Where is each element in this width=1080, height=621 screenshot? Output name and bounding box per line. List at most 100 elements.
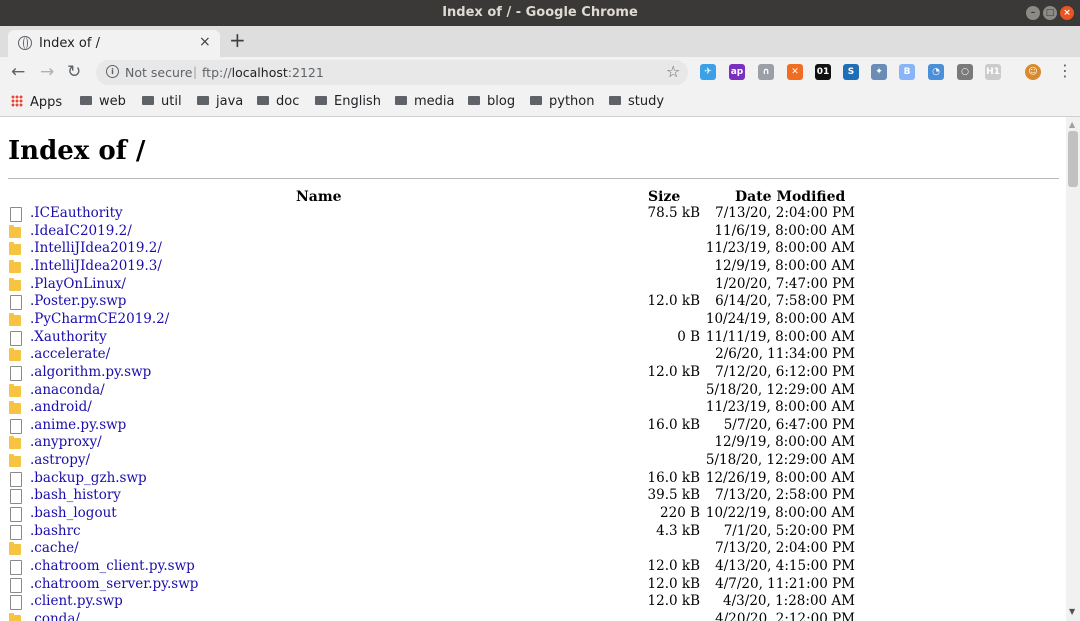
file-link[interactable]: .ICEauthority: [30, 205, 123, 221]
file-link[interactable]: .anaconda/: [30, 382, 105, 398]
file-date: 5/18/20, 12:29:00 AM: [705, 381, 855, 398]
column-header-size[interactable]: Size: [648, 189, 680, 205]
file-link[interactable]: .anime.py.swp: [30, 417, 126, 433]
back-button[interactable]: ←: [11, 62, 25, 82]
ext-satellite-icon[interactable]: ✦: [871, 64, 887, 80]
security-label[interactable]: Not secure: [125, 65, 192, 80]
bookmark-folder-study[interactable]: study: [609, 94, 664, 109]
folder-icon: [395, 96, 407, 105]
file-date: 1/20/20, 7:47:00 PM: [715, 275, 855, 292]
file-link[interactable]: .Poster.py.swp: [30, 293, 126, 309]
file-size: 16.0 kB: [647, 469, 700, 486]
file-date: 7/1/20, 5:20:00 PM: [723, 522, 855, 539]
bookmark-folder-english[interactable]: English: [315, 94, 381, 109]
file-link[interactable]: .bash_logout: [30, 505, 117, 521]
table-row: .anaconda/5/18/20, 12:29:00 AM: [0, 382, 1066, 400]
file-link[interactable]: .anyproxy/: [30, 434, 102, 450]
file-link[interactable]: .IdeaIC2019.2/: [30, 223, 132, 239]
ext-page-icon[interactable]: B: [899, 64, 915, 80]
file-link[interactable]: .cache/: [30, 540, 79, 556]
globe-icon: [18, 36, 32, 50]
file-link[interactable]: .accelerate/: [30, 346, 110, 362]
ext-h1-icon[interactable]: H1: [985, 64, 1001, 80]
ext-grey-arch-icon[interactable]: ∩: [758, 64, 774, 80]
bookmark-folder-media[interactable]: media: [395, 94, 455, 109]
address-bar[interactable]: i Not secure | ftp://localhost:2121 ☆: [96, 60, 688, 85]
scroll-down-arrow-icon[interactable]: ▼: [1069, 607, 1075, 616]
file-size: 12.0 kB: [647, 558, 700, 574]
file-link[interactable]: .backup_gzh.swp: [30, 470, 147, 486]
ext-blue-s-icon[interactable]: S: [843, 64, 859, 80]
tab-index-of[interactable]: Index of / ×: [8, 30, 220, 57]
bookmark-folder-util[interactable]: util: [142, 94, 182, 109]
file-date: 6/14/20, 7:58:00 PM: [715, 293, 855, 310]
profile-avatar-icon[interactable]: ☺: [1025, 64, 1041, 80]
tab-title: Index of /: [39, 36, 100, 51]
new-tab-button[interactable]: +: [229, 28, 246, 52]
folder-icon: [80, 96, 92, 105]
table-row: .IntelliJIdea2019.3/12/9/19, 8:00:00 AM: [0, 258, 1066, 276]
file-link[interactable]: .conda/: [30, 611, 80, 621]
file-link[interactable]: .PlayOnLinux/: [30, 276, 126, 292]
file-date: 12/9/19, 8:00:00 AM: [714, 434, 855, 451]
file-link[interactable]: .algorithm.py.swp: [30, 364, 151, 380]
file-link[interactable]: .PyCharmCE2019.2/: [30, 311, 169, 327]
column-header-date[interactable]: Date Modified: [735, 189, 845, 205]
vertical-scrollbar[interactable]: ▲ ▼: [1066, 117, 1080, 621]
file-link[interactable]: .chatroom_server.py.swp: [30, 576, 198, 592]
file-size: 16.0 kB: [647, 416, 700, 433]
file-date: 10/22/19, 8:00:00 AM: [705, 505, 855, 522]
table-row: .IdeaIC2019.2/11/6/19, 8:00:00 AM: [0, 223, 1066, 241]
table-row: .backup_gzh.swp 16.0 kB 12/26/19, 8:00:00 …: [0, 470, 1066, 488]
info-icon[interactable]: i: [106, 65, 119, 78]
bookmark-folder-java[interactable]: java: [197, 94, 243, 109]
window-title-bar: Index of / - Google Chrome – □ ×: [0, 0, 1080, 26]
file-link[interactable]: .astropy/: [30, 452, 90, 468]
reload-button[interactable]: ↻: [67, 62, 81, 82]
url-text[interactable]: ftp://localhost:2121: [202, 65, 324, 80]
table-row: .conda/4/20/20, 2:12:00 PM: [0, 611, 1066, 621]
bookmark-folder-web[interactable]: web: [80, 94, 126, 109]
bookmark-folder-label: python: [549, 94, 595, 109]
bookmark-folder-doc[interactable]: doc: [257, 94, 299, 109]
table-row: .bashrc 4.3 kB 7/1/20, 5:20:00 PM: [0, 523, 1066, 541]
ext-clock-icon[interactable]: ◔: [928, 64, 944, 80]
ext-ring-icon[interactable]: ○: [957, 64, 973, 80]
file-link[interactable]: .chatroom_client.py.swp: [30, 558, 195, 574]
bookmark-folder-blog[interactable]: blog: [468, 94, 515, 109]
maximize-window-icon[interactable]: □: [1043, 6, 1057, 20]
file-link[interactable]: .IntelliJIdea2019.3/: [30, 258, 162, 274]
file-link[interactable]: .IntelliJIdea2019.2/: [30, 240, 162, 256]
heading-divider: [8, 178, 1059, 179]
forward-button[interactable]: →: [40, 62, 54, 82]
ext-01-icon[interactable]: 01: [815, 64, 831, 80]
bookmark-star-icon[interactable]: ☆: [666, 62, 680, 81]
scrollbar-thumb[interactable]: [1068, 131, 1078, 187]
file-link[interactable]: .android/: [30, 399, 92, 415]
tab-close-icon[interactable]: ×: [199, 34, 211, 50]
file-size: 12.0 kB: [647, 293, 700, 310]
table-row: .algorithm.py.swp 12.0 kB 7/12/20, 6:12:00…: [0, 364, 1066, 382]
folder-icon: [9, 348, 21, 362]
folder-icon: [315, 96, 327, 105]
file-link[interactable]: .client.py.swp: [30, 593, 123, 609]
chrome-menu-icon[interactable]: ⋮: [1057, 61, 1073, 80]
ext-orange-circle-icon[interactable]: ✕: [787, 64, 803, 80]
file-link[interactable]: .Xauthority: [30, 329, 107, 345]
folder-icon: [9, 224, 21, 238]
file-date: 4/3/20, 1:28:00 AM: [723, 593, 855, 610]
scroll-up-arrow-icon[interactable]: ▲: [1069, 120, 1075, 129]
minimize-window-icon[interactable]: –: [1026, 6, 1040, 20]
bookmark-folder-python[interactable]: python: [530, 94, 594, 109]
file-icon: [10, 577, 22, 593]
bookmark-folder-label: java: [216, 94, 244, 109]
file-link[interactable]: .bashrc: [30, 523, 81, 539]
file-link[interactable]: .bash_history: [30, 487, 121, 503]
ext-purple-square-icon[interactable]: ap: [729, 64, 745, 80]
ext-blue-bird-icon[interactable]: ✈: [700, 64, 716, 80]
close-window-icon[interactable]: ×: [1060, 6, 1074, 20]
table-row: .chatroom_server.py.swp 12.0 kB 4/7/20, 11…: [0, 576, 1066, 594]
table-row: .anime.py.swp 16.0 kB 5/7/20, 6:47:00 PM: [0, 417, 1066, 435]
column-header-name[interactable]: Name: [296, 189, 342, 205]
bookmark-apps[interactable]: Apps: [11, 94, 62, 110]
